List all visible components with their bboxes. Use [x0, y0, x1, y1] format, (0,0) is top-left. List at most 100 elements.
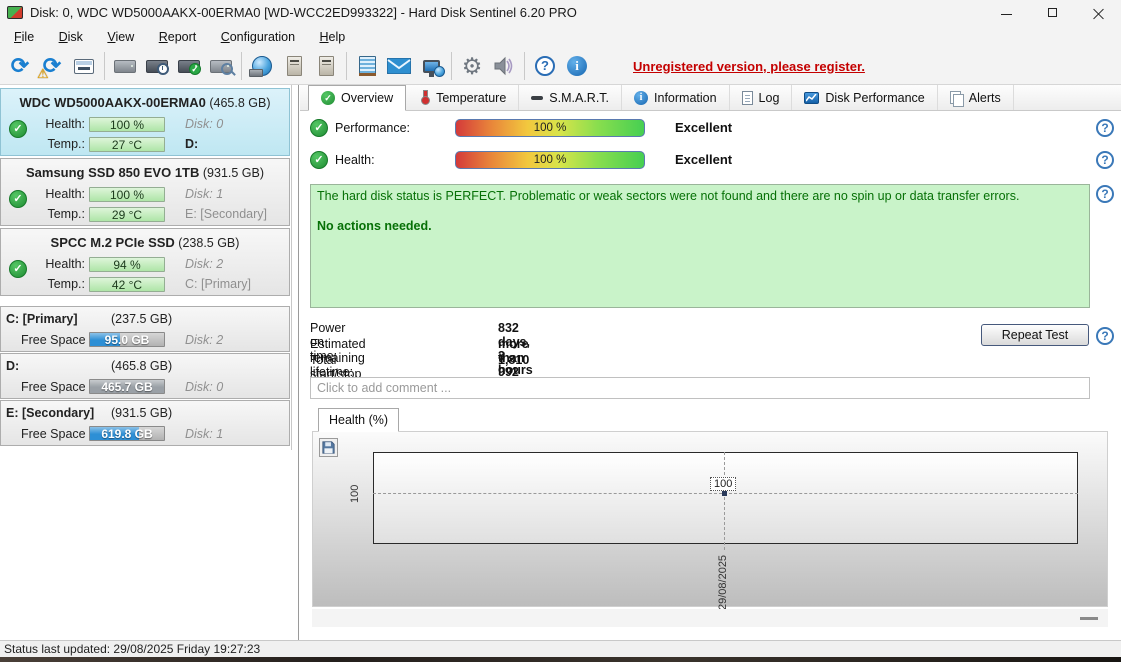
tab-temperature[interactable]: Temperature — [406, 85, 520, 110]
repeat-test-button[interactable]: Repeat Test — [981, 324, 1089, 346]
report-button[interactable] — [68, 51, 100, 81]
status-bar-text: Status last updated: 29/08/2025 Friday 1… — [4, 642, 261, 656]
menu-disk[interactable]: Disk — [49, 26, 93, 48]
disk-icon — [146, 59, 169, 75]
partition-name: C: [Primary] — [6, 312, 78, 326]
comment-input[interactable] — [310, 377, 1090, 399]
main-area: WDC WD5000AAKX-00ERMA0 (465.8 GB) ✓ Heal… — [0, 85, 1121, 640]
network-drive-button[interactable] — [246, 51, 278, 81]
temp-label: Temp.: — [47, 207, 85, 221]
partition-name: E: [Secondary] — [6, 406, 95, 420]
help-icon[interactable]: ? — [1096, 151, 1114, 169]
disk-size: (931.5 GB) — [202, 166, 265, 180]
menu-bar: File Disk View Report Configuration Help — [0, 26, 1121, 48]
partition-size: (237.5 GB) — [111, 312, 173, 326]
notepad-report-button[interactable] — [351, 51, 383, 81]
tab-label: Temperature — [436, 90, 507, 105]
status-text: The hard disk status is PERFECT. Problem… — [317, 189, 1020, 203]
disk-icon — [210, 59, 233, 75]
tab-disk-performance[interactable]: Disk Performance — [792, 85, 938, 110]
globe-icon — [249, 56, 272, 77]
tab-log[interactable]: Log — [730, 85, 793, 110]
check-icon: ✓ — [321, 91, 335, 105]
disk-model: WDC WD5000AAKX-00ERMA0 — [19, 95, 206, 110]
save-chart-button[interactable] — [319, 438, 338, 457]
partition-item-d[interactable]: D: (465.8 GB) Free Space 465.7 GB Disk: … — [0, 353, 290, 399]
disk-name: WDC WD5000AAKX-00ERMA0 (465.8 GB) — [1, 95, 289, 110]
drive-letter: C: [Primary] — [185, 277, 251, 291]
menu-file[interactable]: File — [4, 26, 44, 48]
minimize-button[interactable] — [983, 0, 1029, 26]
disk-number: Disk: 0 — [185, 380, 224, 394]
menu-help[interactable]: Help — [310, 26, 356, 48]
disk-number: Disk: 1 — [185, 187, 224, 201]
magnifier-icon — [221, 62, 233, 75]
help-icon[interactable]: ? — [1096, 119, 1114, 137]
title-bar: Disk: 0, WDC WD5000AAKX-00ERMA0 [WD-WCC2… — [0, 0, 1121, 26]
register-link[interactable]: Unregistered version, please register. — [633, 59, 865, 74]
partition-item-c[interactable]: C: [Primary] (237.5 GB) Free Space 95.0 … — [0, 306, 290, 352]
toolbar-separator — [524, 52, 525, 80]
health-chart-tab[interactable]: Health (%) — [318, 408, 400, 432]
disk-search-button[interactable] — [205, 51, 237, 81]
partition-item-e[interactable]: E: [Secondary] (931.5 GB) Free Space 619… — [0, 400, 290, 446]
help-button[interactable]: ? — [529, 51, 561, 81]
settings-button[interactable]: ⚙ — [456, 51, 488, 81]
tab-overview[interactable]: ✓ Overview — [308, 85, 407, 111]
disk-item-spcc[interactable]: SPCC M.2 PCIe SSD (238.5 GB) ✓ Health: 94… — [0, 228, 290, 296]
health-value-bar: 100 % — [89, 117, 165, 132]
menu-view[interactable]: View — [97, 26, 144, 48]
chart-scrollbar[interactable] — [312, 609, 1108, 627]
health-value-bar: 100 % — [89, 187, 165, 202]
network-status-button[interactable] — [415, 51, 447, 81]
disk-clock-button[interactable] — [141, 51, 173, 81]
chart-point-label: 100 — [710, 477, 737, 491]
free-space-bar: 619.8 GB — [89, 426, 165, 441]
disk-insert-button[interactable] — [310, 51, 342, 81]
toolbar-separator — [346, 52, 347, 80]
drive-letter: E: [Secondary] — [185, 207, 267, 221]
email-button[interactable] — [383, 51, 415, 81]
chart-plot-area — [373, 452, 1078, 544]
disk-icon: ✓ — [178, 59, 201, 75]
health-label: Health: — [45, 117, 85, 131]
mail-icon — [387, 58, 411, 74]
tab-information[interactable]: i Information — [622, 85, 730, 110]
refresh-warning-button[interactable]: ⟳ ⚠ — [36, 51, 68, 81]
information-button[interactable]: i — [561, 51, 593, 81]
document-icon — [741, 90, 753, 105]
help-icon[interactable]: ? — [1096, 327, 1114, 345]
disk-name: Samsung SSD 850 EVO 1TB (931.5 GB) — [1, 165, 289, 180]
refresh-button[interactable]: ⟳ — [4, 51, 36, 81]
scrollbar-thumb[interactable] — [1080, 617, 1098, 620]
menu-configuration[interactable]: Configuration — [211, 26, 305, 48]
maximize-button[interactable] — [1029, 0, 1075, 26]
warning-icon: ⚠ — [37, 66, 49, 81]
disk-size: (465.8 GB) — [209, 96, 271, 110]
disk-item-wdc[interactable]: WDC WD5000AAKX-00ERMA0 (465.8 GB) ✓ Heal… — [0, 88, 290, 156]
hard-disk-sentinel-window: Disk: 0, WDC WD5000AAKX-00ERMA0 [WD-WCC2… — [0, 0, 1121, 662]
free-space-value: 95.0 GB — [104, 333, 150, 347]
help-icon: ? — [535, 56, 555, 76]
disk-test-button[interactable]: ✓ — [173, 51, 205, 81]
disk-item-samsung[interactable]: Samsung SSD 850 EVO 1TB (931.5 GB) ✓ Hea… — [0, 158, 290, 226]
health-label: Health: — [45, 187, 85, 201]
disk-detect-button[interactable] — [109, 51, 141, 81]
globe-icon — [433, 65, 445, 77]
tab-label: Log — [758, 90, 780, 105]
free-space-value: 619.8 GB — [101, 427, 153, 441]
tab-alerts[interactable]: Alerts — [938, 85, 1014, 110]
chart-icon — [804, 91, 820, 104]
free-space-label: Free Space — [21, 427, 86, 441]
ok-icon: ✓ — [310, 119, 328, 137]
help-icon[interactable]: ? — [1096, 185, 1114, 203]
window-title: Disk: 0, WDC WD5000AAKX-00ERMA0 [WD-WCC2… — [30, 5, 577, 20]
disk-remove-button[interactable] — [278, 51, 310, 81]
performance-row: ✓ Performance: 100 % Excellent ? — [300, 119, 1121, 139]
menu-report[interactable]: Report — [149, 26, 207, 48]
close-button[interactable] — [1075, 0, 1121, 26]
tab-label: Overview — [341, 91, 394, 105]
sounds-button[interactable] — [488, 51, 520, 81]
tab-smart[interactable]: S.M.A.R.T. — [519, 85, 623, 110]
temp-value-bar: 29 °C — [89, 207, 165, 222]
